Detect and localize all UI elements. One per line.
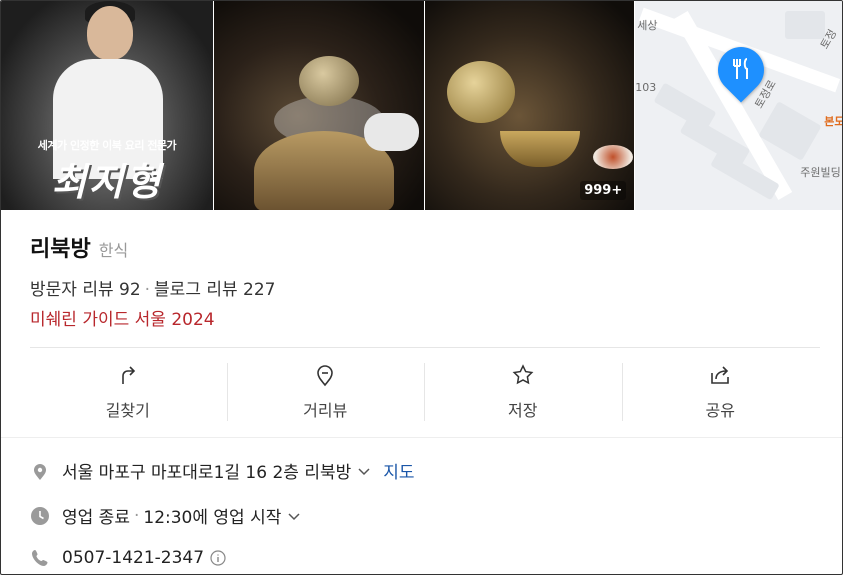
- business-status: 영업 종료: [62, 508, 130, 528]
- map-label: 세상: [637, 19, 658, 32]
- title-row: 리북방 한식: [30, 231, 128, 263]
- review-counts: 방문자 리뷰 92 · 블로그 리뷰 227: [30, 275, 276, 300]
- photo-count-badge: 999+: [580, 181, 627, 200]
- share-label: 공유: [705, 401, 735, 420]
- info-icon[interactable]: [210, 550, 226, 566]
- share-icon: [711, 366, 730, 384]
- map-label: 본도: [824, 115, 843, 128]
- streetview-icon: [317, 365, 334, 387]
- address-row: 서울 마포구 마포대로1길 16 2층 리북방 지도: [30, 458, 415, 483]
- chevron-down-icon[interactable]: [287, 509, 301, 523]
- opening-hours[interactable]: 12:30에 영업 시작: [143, 503, 281, 528]
- place-card: 세계가 인정한 이북 요리 전문가 최지형 999+ 세상 토정 103 토정로…: [0, 0, 843, 575]
- save-button[interactable]: 저장: [424, 363, 622, 425]
- directions-icon: [121, 366, 135, 384]
- photo-strip: 세계가 인정한 이북 요리 전문가 최지형 999+ 세상 토정 103 토정로…: [1, 1, 843, 210]
- map-thumbnail[interactable]: 세상 토정 103 토정로 본도 주원빌딩: [635, 1, 843, 210]
- photo-cooking[interactable]: [213, 1, 424, 210]
- separator-dot: ·: [144, 280, 151, 300]
- clock-icon: [31, 506, 49, 525]
- michelin-guide-badge[interactable]: 미쉐린 가이드 서울 2024: [30, 305, 215, 330]
- separator-dot: ·: [133, 505, 140, 526]
- star-icon: [512, 364, 534, 385]
- visitor-reviews-link[interactable]: 방문자 리뷰 92: [30, 280, 141, 300]
- streetview-button[interactable]: 거리뷰: [226, 363, 425, 425]
- photo-chef[interactable]: 세계가 인정한 이북 요리 전문가 최지형: [1, 1, 213, 210]
- directions-button[interactable]: 길찾기: [29, 363, 227, 425]
- action-bar: 길찾기 거리뷰 저장 공유: [29, 363, 819, 425]
- divider: [1, 437, 842, 438]
- hours-row: 영업 종료 · 12:30에 영업 시작: [30, 503, 301, 528]
- divider: [30, 347, 820, 348]
- chevron-down-icon[interactable]: [357, 464, 371, 478]
- map-label: 주원빌딩: [800, 166, 841, 179]
- place-name: 리북방: [30, 237, 91, 262]
- phone-row: 0507-1421-2347: [30, 548, 226, 568]
- map-block: [785, 11, 826, 39]
- share-button[interactable]: 공유: [621, 363, 820, 425]
- phone-icon: [32, 550, 48, 566]
- location-pin-icon: [34, 463, 46, 480]
- place-category: 한식: [98, 241, 129, 260]
- map-label: 103: [635, 81, 657, 94]
- map-link[interactable]: 지도: [383, 458, 414, 483]
- blog-reviews-link[interactable]: 블로그 리뷰 227: [154, 280, 275, 300]
- address-text[interactable]: 서울 마포구 마포대로1길 16 2층 리북방: [62, 458, 351, 483]
- photo-pouring[interactable]: 999+: [424, 1, 635, 210]
- chef-name: 최지형: [51, 160, 163, 204]
- phone-number[interactable]: 0507-1421-2347: [62, 548, 204, 568]
- side-dish: [592, 145, 633, 169]
- directions-label: 길찾기: [105, 401, 150, 420]
- kettle: [446, 61, 515, 123]
- glove: [363, 113, 419, 151]
- bowl: [499, 131, 580, 167]
- streetview-label: 거리뷰: [303, 401, 348, 420]
- restaurant-icon: [726, 57, 756, 81]
- kettle: [298, 56, 359, 106]
- chef-head: [87, 6, 133, 60]
- save-label: 저장: [508, 401, 538, 420]
